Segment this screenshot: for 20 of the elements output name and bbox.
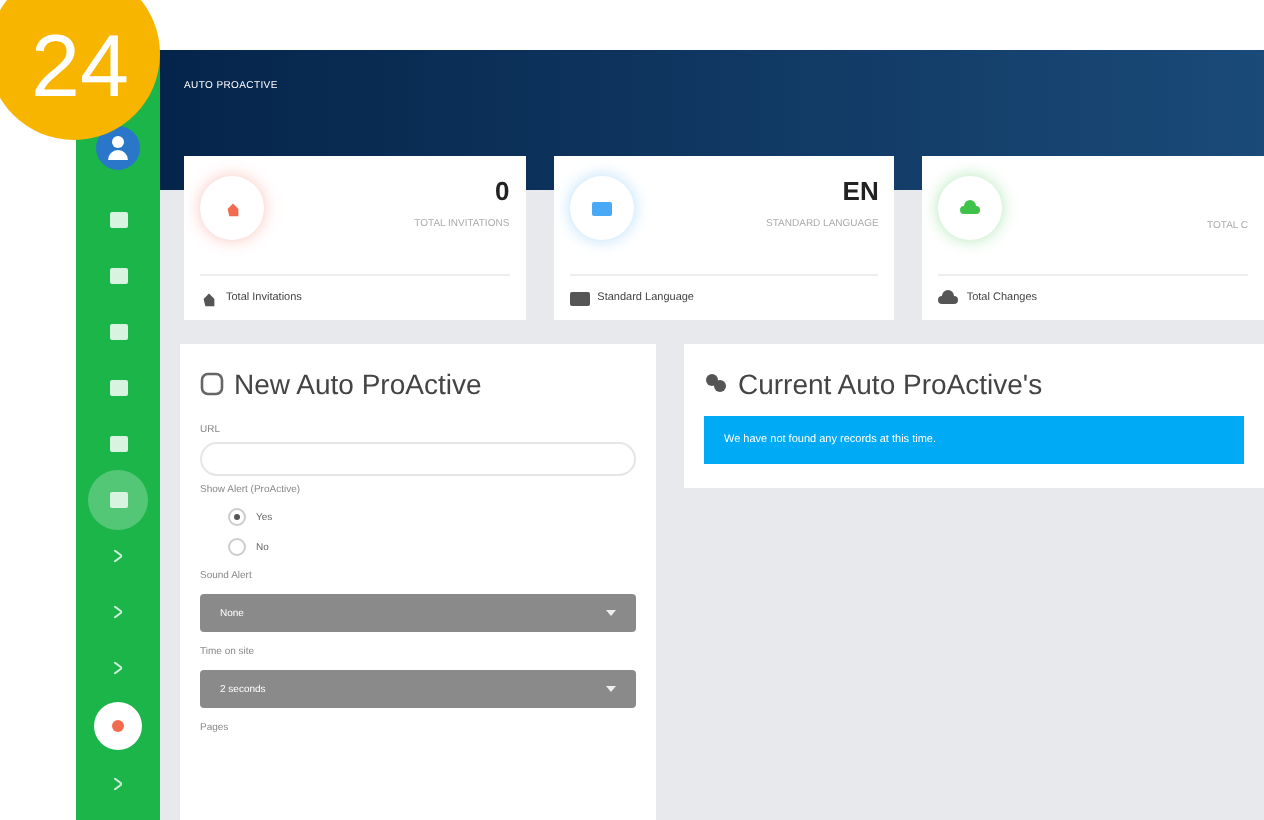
sidebar-item[interactable] <box>94 702 142 750</box>
chevron-icon <box>114 606 122 618</box>
chevron-icon <box>114 778 122 790</box>
alert-icon <box>112 720 124 732</box>
step-number-badge: 24 <box>0 0 160 140</box>
panel-title: New Auto ProActive <box>234 368 482 400</box>
stat-value: 0 <box>494 176 510 206</box>
keyboard-icon <box>569 291 590 305</box>
caret-icon <box>606 610 616 616</box>
cloud-icon <box>938 290 959 306</box>
sidebar-item[interactable] <box>96 478 140 522</box>
chevron-icon <box>114 662 122 674</box>
people-icon <box>704 372 728 396</box>
sidebar-item[interactable] <box>96 126 140 170</box>
panel-title: Current Auto ProActive's <box>738 368 1043 400</box>
stat-value: EN <box>842 176 879 206</box>
url-input-field[interactable] <box>200 442 636 476</box>
avatar-icon <box>108 136 128 160</box>
caret-icon <box>606 686 616 692</box>
chevron-icon <box>114 550 122 562</box>
